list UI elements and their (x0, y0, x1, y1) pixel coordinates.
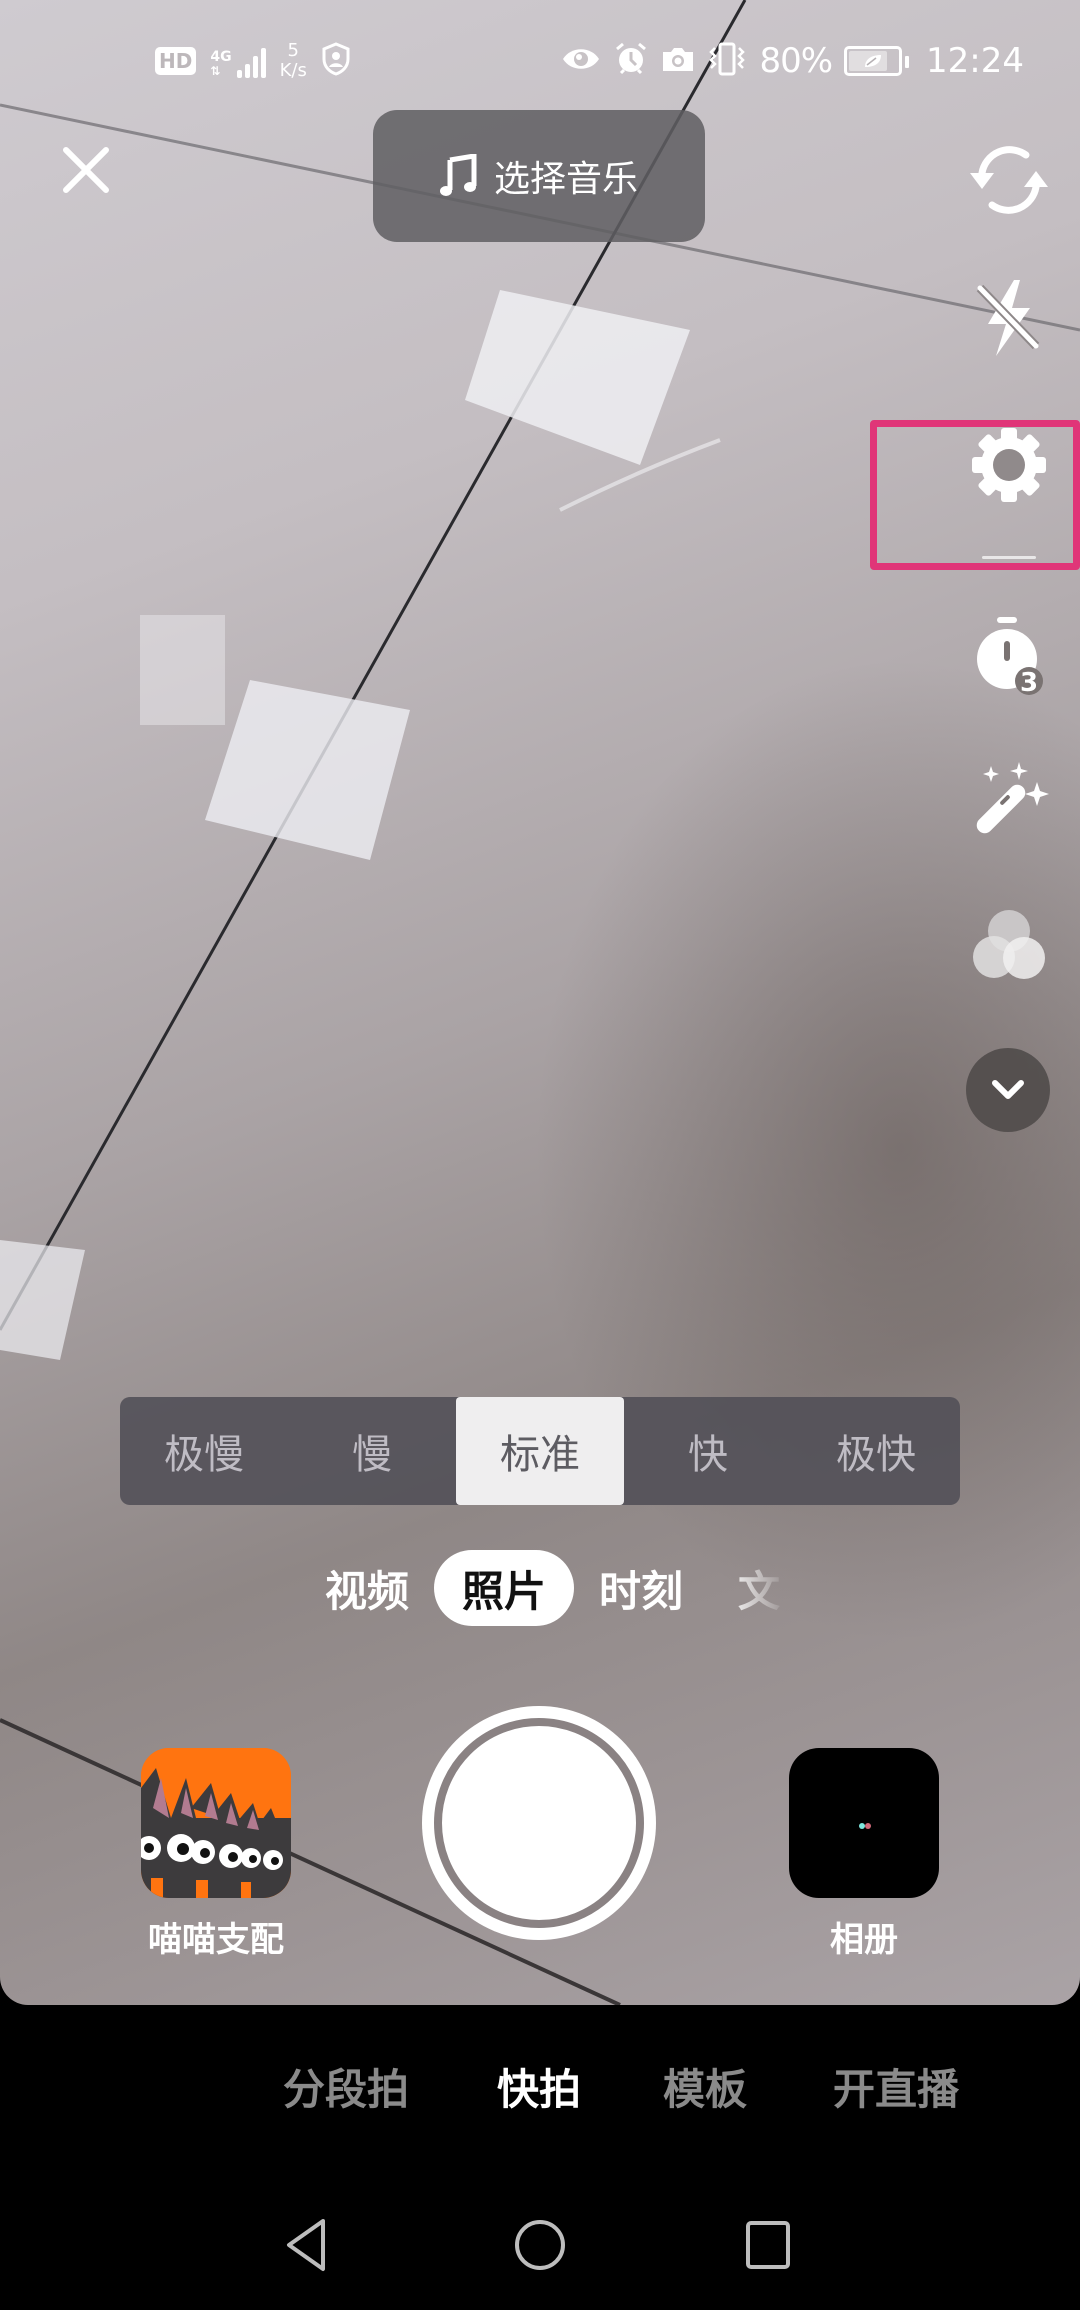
tab-segment-shoot[interactable]: 分段拍 (283, 2055, 409, 2125)
speed-option-normal[interactable]: 标准 (456, 1397, 624, 1505)
shutter-button[interactable] (422, 1706, 656, 1940)
alarm-icon (613, 41, 649, 81)
clock: 12:24 (926, 41, 1024, 81)
speed-option-very-fast[interactable]: 极快 (792, 1397, 960, 1505)
system-nav-bar (0, 2180, 1080, 2310)
network-speed: 5 K/s (280, 41, 307, 81)
camera-viewfinder[interactable]: HD 4G ⇅ 5 K/s 80% 12:24 选择音乐 3 极慢 慢 标准 快… (0, 0, 1080, 2005)
settings-indicator-line (982, 556, 1036, 559)
tab-go-live[interactable]: 开直播 (833, 2055, 959, 2125)
chevron-down-icon (992, 1080, 1024, 1099)
flip-camera-button[interactable] (960, 135, 1058, 225)
close-icon (63, 147, 109, 193)
speed-option-very-slow[interactable]: 极慢 (120, 1397, 288, 1505)
network-type: 4G (210, 49, 232, 65)
flip-camera-icon (970, 146, 1048, 214)
speed-value: 5 (287, 40, 299, 61)
album-thumb-dot (865, 1823, 871, 1829)
speed-unit: K/s (279, 60, 307, 81)
camera-in-use-icon (661, 45, 695, 77)
mode-tab-photo[interactable]: 照片 (434, 1550, 575, 1626)
home-circle-icon (515, 2220, 565, 2270)
choose-music-label: 选择音乐 (493, 159, 638, 200)
tab-template[interactable]: 模板 (663, 2055, 747, 2125)
recents-square-icon (746, 2221, 790, 2269)
effect-thumbnail-button[interactable] (141, 1748, 291, 1898)
4g-signal-icon: 4G ⇅ (210, 44, 266, 78)
magic-wand-icon (976, 762, 1049, 834)
filter-circles-icon (973, 910, 1045, 979)
speed-option-fast[interactable]: 快 (624, 1397, 792, 1505)
beautify-button[interactable] (960, 755, 1058, 845)
nav-recents-button[interactable] (723, 2200, 813, 2290)
gear-icon (972, 428, 1046, 502)
capture-type-tabs: 分段拍 快拍 模板 开直播 (0, 2055, 1080, 2125)
battery-icon (844, 46, 910, 76)
speed-selector: 极慢 慢 标准 快 极快 (120, 1397, 960, 1505)
flash-toggle-button[interactable] (960, 272, 1058, 364)
tab-quick-shoot[interactable]: 快拍 (497, 2055, 581, 2125)
speed-option-slow[interactable]: 慢 (288, 1397, 456, 1505)
mode-tab-moment[interactable]: 时刻 (574, 1550, 708, 1626)
mode-tabs: 视频 照片 时刻 文 (300, 1548, 788, 1628)
nav-back-button[interactable] (263, 2200, 353, 2290)
nav-home-button[interactable] (495, 2200, 585, 2290)
cat-effect-image (141, 1748, 291, 1898)
mode-tab-video[interactable]: 视频 (300, 1550, 434, 1626)
album-label: 相册 (830, 1920, 898, 1960)
filters-button[interactable] (960, 900, 1058, 990)
status-bar: HD 4G ⇅ 5 K/s 80% 12:24 (0, 0, 1080, 110)
shutter-ring (434, 1718, 644, 1928)
eye-comfort-icon (561, 46, 601, 76)
close-button[interactable] (56, 140, 116, 200)
hd-icon: HD (155, 47, 197, 75)
mode-tab-text[interactable]: 文 (708, 1550, 788, 1626)
music-note-icon (439, 154, 477, 196)
back-triangle-icon (287, 2219, 325, 2271)
choose-music-button[interactable]: 选择音乐 (373, 110, 705, 242)
timer-button[interactable]: 3 (960, 612, 1058, 702)
album-thumbnail-button[interactable] (789, 1748, 939, 1898)
flash-off-icon (976, 280, 1040, 356)
vibrate-icon (707, 42, 747, 80)
more-tools-button[interactable] (966, 1048, 1050, 1132)
settings-button[interactable] (960, 425, 1058, 505)
effect-label: 喵喵支配 (148, 1920, 284, 1960)
timer-badge: 3 (1020, 668, 1038, 698)
camera-preview-scene (0, 0, 1080, 2005)
privacy-shield-icon (321, 42, 351, 80)
timer-icon: 3 (977, 617, 1043, 698)
battery-percent: 80% (759, 41, 833, 81)
shutter-inner (443, 1727, 635, 1919)
